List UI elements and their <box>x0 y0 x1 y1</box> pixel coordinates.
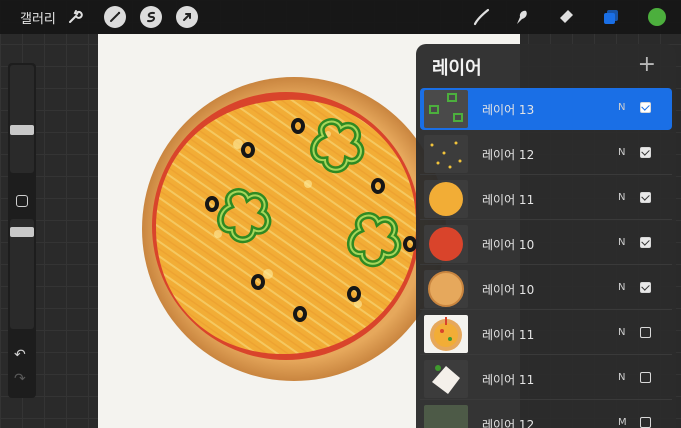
blend-mode-button[interactable]: M <box>618 417 627 428</box>
blend-mode-button[interactable]: N <box>618 372 625 383</box>
layers-icon[interactable] <box>600 6 622 28</box>
layer-name: 레이어 13 <box>482 103 535 117</box>
layer-row[interactable]: 레이어 10 N <box>420 268 672 310</box>
brush-size-slider[interactable] <box>10 65 34 173</box>
top-toolbar: 갤러리 <box>0 0 681 34</box>
layer-row[interactable]: 레이어 11 N <box>420 358 672 400</box>
layer-visibility-checkbox[interactable] <box>640 147 651 158</box>
blend-mode-button[interactable]: N <box>618 327 625 338</box>
blend-mode-button[interactable]: N <box>618 147 625 158</box>
layer-thumbnail <box>424 135 468 173</box>
layer-row[interactable]: 레이어 13 N <box>420 88 672 130</box>
layer-visibility-checkbox[interactable] <box>640 102 651 113</box>
blend-mode-button[interactable]: N <box>618 237 625 248</box>
layer-thumbnail <box>424 270 468 308</box>
selection-icon[interactable] <box>140 6 162 28</box>
left-sidebar: ↶ ↷ <box>8 63 36 398</box>
layer-name: 레이어 12 <box>482 148 535 162</box>
layer-name: 레이어 11 <box>482 193 535 207</box>
opacity-knob[interactable] <box>10 227 34 237</box>
layer-thumbnail <box>424 180 468 218</box>
layer-visibility-checkbox[interactable] <box>640 192 651 203</box>
magic-wand-icon[interactable] <box>104 6 126 28</box>
undo-icon[interactable]: ↶ <box>14 347 26 363</box>
layer-thumbnail <box>424 405 468 428</box>
layer-row[interactable]: 레이어 12 N <box>420 133 672 175</box>
layers-panel-title: 레이어 <box>432 58 482 79</box>
layer-row[interactable]: 레이어 11 N <box>420 178 672 220</box>
layer-thumbnail <box>424 90 468 128</box>
transform-arrow-icon[interactable] <box>176 6 198 28</box>
modify-square[interactable] <box>16 195 28 207</box>
layer-visibility-checkbox[interactable] <box>640 282 651 293</box>
add-layer-icon[interactable]: + <box>638 52 656 77</box>
layer-visibility-checkbox[interactable] <box>640 237 651 248</box>
layer-thumbnail <box>424 225 468 263</box>
brush-size-knob[interactable] <box>10 125 34 135</box>
layer-row[interactable]: 레이어 11 N <box>420 313 672 355</box>
eraser-icon[interactable] <box>556 6 578 28</box>
layer-name: 레이어 11 <box>482 328 535 342</box>
layer-name: 레이어 10 <box>482 238 535 252</box>
wrench-icon[interactable] <box>64 6 86 28</box>
layers-panel: 레이어 + 레이어 13 N 레이어 12 N 레이어 11 N 레이어 10 … <box>416 44 676 428</box>
blend-mode-button[interactable]: N <box>618 282 625 293</box>
blend-mode-button[interactable]: N <box>618 102 625 113</box>
color-swatch[interactable] <box>646 6 668 28</box>
brush-icon[interactable] <box>470 6 492 28</box>
layer-visibility-checkbox[interactable] <box>640 417 651 428</box>
layer-visibility-checkbox[interactable] <box>640 372 651 383</box>
redo-icon[interactable]: ↷ <box>14 371 26 387</box>
smudge-icon[interactable] <box>510 6 532 28</box>
layer-name: 레이어 11 <box>482 373 535 387</box>
blend-mode-button[interactable]: N <box>618 192 625 203</box>
layer-row[interactable]: 레이어 12 M <box>420 403 672 428</box>
layer-visibility-checkbox[interactable] <box>640 327 651 338</box>
layer-thumbnail <box>424 315 468 353</box>
layer-row[interactable]: 레이어 10 N <box>420 223 672 265</box>
gallery-button[interactable]: 갤러리 <box>20 8 56 27</box>
layer-thumbnail <box>424 360 468 398</box>
layer-name: 레이어 12 <box>482 418 535 428</box>
layer-name: 레이어 10 <box>482 283 535 297</box>
